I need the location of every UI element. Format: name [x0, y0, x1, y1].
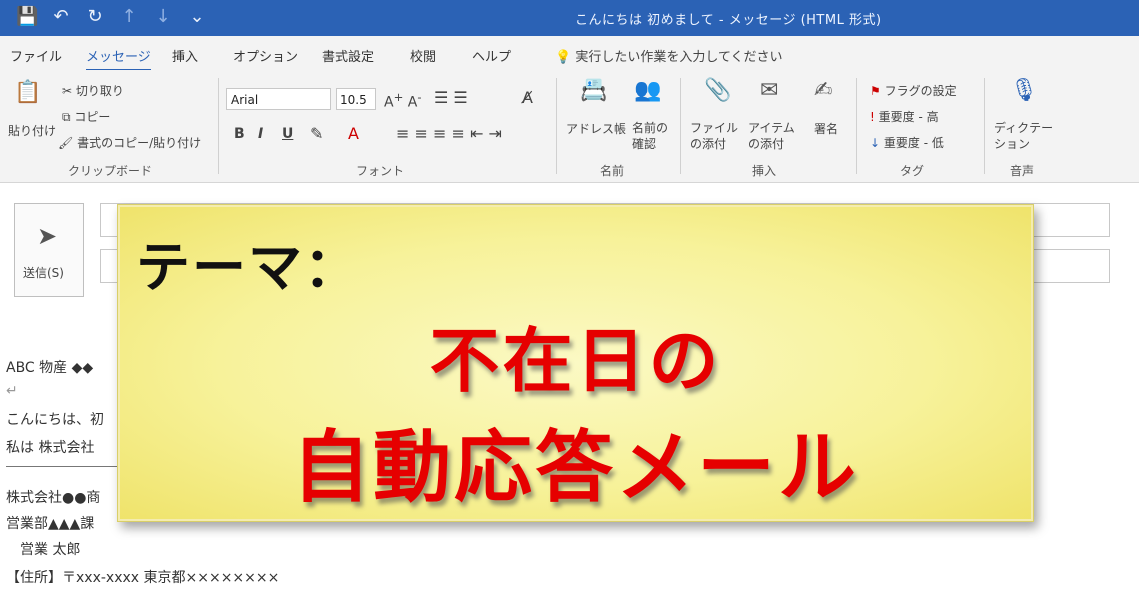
- down-arrow-icon: ↓: [870, 136, 881, 150]
- copy-button[interactable]: ⧉ コピー: [62, 108, 110, 125]
- attach-file-button[interactable]: ファイルの添付: [690, 120, 742, 152]
- body-line[interactable]: ABC 物産 ◆◆: [6, 357, 93, 377]
- clear-format-icon[interactable]: A̸: [522, 88, 533, 107]
- highlight-icon[interactable]: ✎: [310, 124, 323, 143]
- body-line[interactable]: 株式会社●●商: [6, 487, 100, 507]
- group-separator: [984, 78, 985, 174]
- group-label-names: 名前: [600, 164, 625, 178]
- check-names-icon[interactable]: 👥: [634, 78, 661, 103]
- high-importance-button[interactable]: ! 重要度 - 高: [870, 108, 939, 125]
- format-painter-button[interactable]: 🖌 書式のコピー/貼り付け: [58, 134, 201, 151]
- address-book-button[interactable]: アドレス帳: [566, 120, 626, 137]
- italic-button[interactable]: I: [258, 126, 263, 142]
- group-separator: [680, 78, 681, 174]
- quick-access-toolbar: 💾 ↶ ↻ ↑ ↓ ⌄: [16, 6, 208, 27]
- tell-me-search[interactable]: 💡 実行したい作業を入力してください: [555, 46, 783, 65]
- cut-button[interactable]: ✂ 切り取り: [62, 82, 124, 99]
- bullets-icon[interactable]: ☰ ☰: [434, 88, 468, 107]
- address-book-icon[interactable]: 📇: [580, 78, 607, 103]
- font-name-box[interactable]: Arial: [226, 88, 331, 110]
- microphone-icon[interactable]: 🎙: [1010, 78, 1038, 103]
- headline-line-1: 不在日の: [429, 320, 722, 402]
- title-bar: 💾 ↶ ↻ ↑ ↓ ⌄ こんにちは 初めまして - メッセージ (HTML 形式…: [0, 0, 1139, 36]
- grow-font-icon[interactable]: A+ A-: [384, 90, 422, 111]
- previous-item-icon[interactable]: ↑: [118, 6, 140, 27]
- body-line[interactable]: こんにちは、初: [6, 409, 104, 429]
- dictate-button[interactable]: ディクテーション: [994, 120, 1056, 152]
- paste-icon[interactable]: 📋: [14, 80, 41, 105]
- ribbon: 📋 貼り付け ✂ 切り取り ⧉ コピー 🖌 書式のコピー/貼り付け クリップボー…: [0, 70, 1139, 183]
- signature-button[interactable]: 署名: [814, 120, 838, 137]
- flag-icon: ⚑: [870, 84, 881, 98]
- body-line[interactable]: 営業 太郎: [20, 539, 80, 559]
- next-item-icon[interactable]: ↓: [152, 6, 174, 27]
- follow-up-button[interactable]: ⚑ フラグの設定: [870, 82, 957, 99]
- undo-icon[interactable]: ↶: [50, 6, 72, 27]
- body-line[interactable]: 【住所】〒xxx-xxxx 東京都××××××××: [6, 567, 279, 587]
- group-label-voice: 音声: [1010, 164, 1035, 178]
- send-label: 送信(S): [23, 266, 64, 280]
- low-importance-button[interactable]: ↓ 重要度 - 低: [870, 134, 944, 151]
- font-color-icon[interactable]: A: [348, 124, 359, 143]
- group-label-tags: タグ: [900, 164, 925, 178]
- tell-me-text: 実行したい作業を入力してください: [575, 50, 783, 65]
- body-line[interactable]: 私は 株式会社: [6, 437, 94, 457]
- tab-help[interactable]: ヘルプ: [472, 46, 511, 65]
- tab-review[interactable]: 校閲: [410, 46, 436, 65]
- group-separator: [856, 78, 857, 174]
- tab-insert[interactable]: 挿入: [172, 46, 198, 65]
- tab-message[interactable]: メッセージ: [86, 46, 151, 72]
- ribbon-tabs: ファイル メッセージ 挿入 オプション 書式設定 校閲 ヘルプ 💡 実行したい作…: [0, 36, 1139, 72]
- group-label-clipboard: クリップボード: [68, 164, 153, 178]
- signature-icon[interactable]: ✍: [814, 78, 832, 103]
- tab-format-text[interactable]: 書式設定: [322, 46, 374, 65]
- align-icons[interactable]: ≡ ≡ ≡ ≡ ⇤ ⇥: [396, 124, 502, 143]
- save-icon[interactable]: 💾: [16, 6, 38, 27]
- exclamation-icon: !: [870, 110, 875, 124]
- theme-overlay-card: テーマ： 不在日の 自動応答メール: [117, 204, 1034, 522]
- body-line[interactable]: ↵: [6, 383, 18, 399]
- attach-file-icon[interactable]: 📎: [704, 78, 731, 103]
- signature-divider: [6, 466, 126, 467]
- send-icon: ➤: [37, 222, 58, 250]
- group-separator: [218, 78, 219, 174]
- group-label-include: 挿入: [752, 164, 777, 178]
- body-line[interactable]: 営業部▲▲▲課: [6, 513, 94, 533]
- underline-button[interactable]: U: [282, 126, 293, 142]
- group-separator: [556, 78, 557, 174]
- window-title: こんにちは 初めまして - メッセージ (HTML 形式): [575, 13, 882, 28]
- theme-label: テーマ：: [136, 236, 360, 299]
- attach-item-button[interactable]: アイテムの添付: [748, 120, 804, 152]
- attach-item-icon[interactable]: ✉: [760, 78, 778, 103]
- paste-button[interactable]: 貼り付け: [8, 122, 56, 139]
- check-names-button[interactable]: 名前の確認: [632, 120, 672, 152]
- redo-icon[interactable]: ↻: [84, 6, 106, 27]
- tab-options[interactable]: オプション: [233, 46, 298, 65]
- bold-button[interactable]: B: [234, 126, 245, 142]
- font-size-box[interactable]: 10.5: [336, 88, 376, 110]
- tab-file[interactable]: ファイル: [10, 46, 62, 65]
- customize-qat-icon[interactable]: ⌄: [186, 6, 208, 27]
- send-button[interactable]: ➤ 送信(S): [14, 203, 84, 297]
- headline-line-2: 自動応答メール: [291, 423, 859, 513]
- group-label-font: フォント: [356, 164, 405, 178]
